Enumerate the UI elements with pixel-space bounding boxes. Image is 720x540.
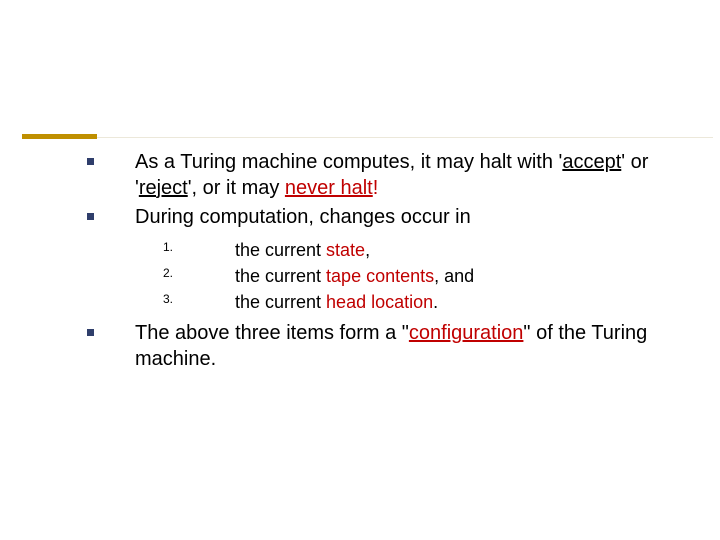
keyword-tape-contents: tape contents [326,266,434,286]
main-bullet-list: As a Turing machine computes, it may hal… [55,150,695,231]
numbered-item-3: 3. the current head location. [55,289,695,315]
square-bullet-icon [87,329,94,336]
numbered-item-1: 1. the current state, [55,237,695,263]
list-number: 3. [163,291,173,308]
closing-bullet-list: The above three items form a "configurat… [55,321,695,372]
keyword-never-halt: never halt [285,177,373,199]
text: The above three items form a " [135,322,409,344]
numbered-list: 1. the current state, 2. the current tap… [55,237,695,315]
bullet-item-2: During computation, changes occur in [55,205,695,231]
text: , [365,240,370,260]
accent-bar [22,134,97,139]
accent-bar-trail [97,137,713,138]
bullet-item-1: As a Turing machine computes, it may hal… [55,150,695,201]
keyword-configuration: configuration [409,322,524,344]
numbered-item-2: 2. the current tape contents, and [55,263,695,289]
text: During computation, changes occur in [135,206,471,228]
keyword-state: state [326,240,365,260]
keyword-accept: accept [562,151,621,173]
text: As a Turing machine computes, it may hal… [135,151,562,173]
keyword-reject: reject [139,177,188,199]
text: the current [235,266,326,286]
text: . [433,292,438,312]
text: ! [373,177,379,199]
slide-content: As a Turing machine computes, it may hal… [55,150,695,376]
keyword-head-location: head location [326,292,433,312]
text: ', or it may [188,177,285,199]
text: the current [235,240,326,260]
square-bullet-icon [87,213,94,220]
list-number: 1. [163,239,173,256]
text: the current [235,292,326,312]
square-bullet-icon [87,158,94,165]
slide: As a Turing machine computes, it may hal… [0,0,720,540]
bullet-item-3: The above three items form a "configurat… [55,321,695,372]
text: , and [434,266,474,286]
list-number: 2. [163,265,173,282]
